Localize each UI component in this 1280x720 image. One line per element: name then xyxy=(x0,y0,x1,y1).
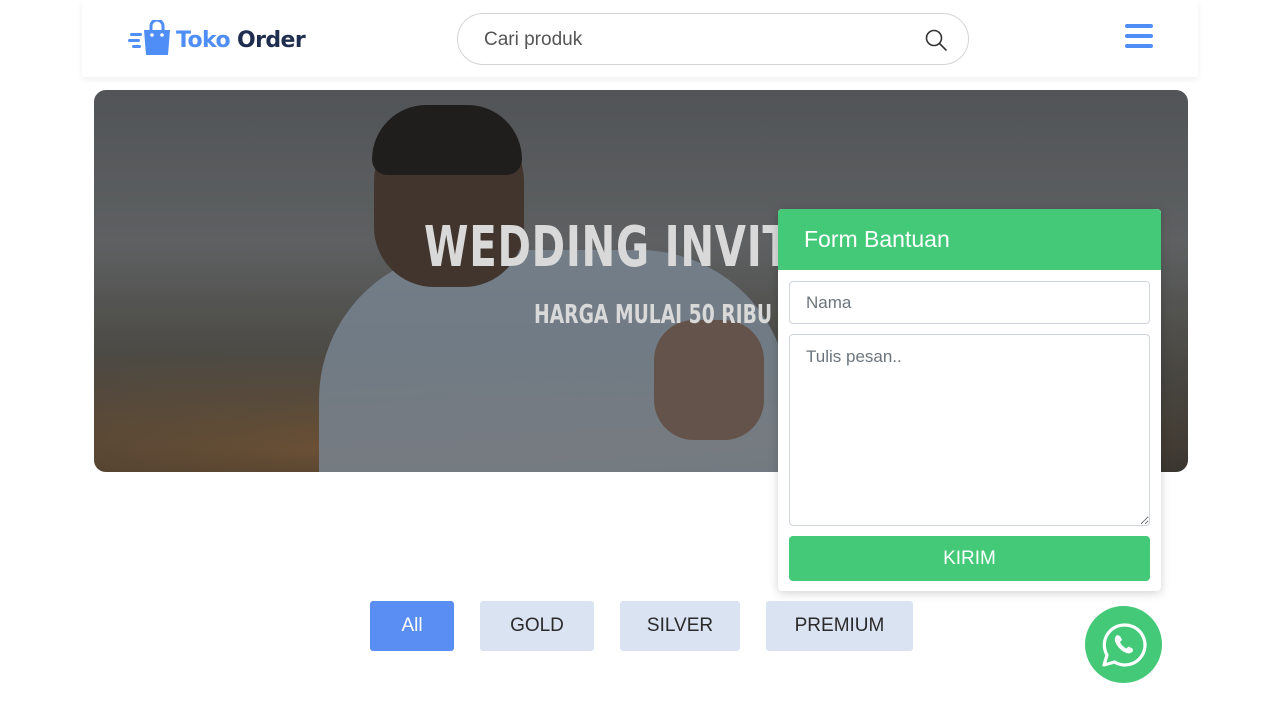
category-filters: All GOLD SILVER PREMIUM xyxy=(370,601,939,651)
filter-all-button[interactable]: All xyxy=(370,601,454,651)
logo-text-part1: Toko xyxy=(176,27,231,53)
search-box xyxy=(457,13,969,65)
filter-silver-button[interactable]: SILVER xyxy=(620,601,740,651)
search-icon[interactable] xyxy=(924,28,948,52)
shopping-bag-icon xyxy=(128,20,170,55)
help-form-title: Form Bantuan xyxy=(778,209,1161,270)
hamburger-menu-icon[interactable] xyxy=(1125,24,1153,50)
whatsapp-icon xyxy=(1101,622,1147,667)
logo-text-part2: Order xyxy=(237,27,306,53)
site-header: Toko Order xyxy=(82,0,1198,77)
filter-premium-button[interactable]: PREMIUM xyxy=(766,601,913,651)
filter-gold-button[interactable]: GOLD xyxy=(480,601,594,651)
name-field[interactable] xyxy=(789,281,1150,324)
banner-subtitle: HARGA MULAI 50 RIBU xyxy=(534,300,773,330)
logo-text: Toko Order xyxy=(176,27,306,53)
message-field[interactable] xyxy=(789,334,1150,526)
help-form-popup: Form Bantuan KIRIM xyxy=(778,209,1161,591)
send-button[interactable]: KIRIM xyxy=(789,536,1150,581)
whatsapp-button[interactable] xyxy=(1085,606,1162,683)
search-input[interactable] xyxy=(484,27,904,53)
logo[interactable]: Toko Order xyxy=(128,18,306,58)
